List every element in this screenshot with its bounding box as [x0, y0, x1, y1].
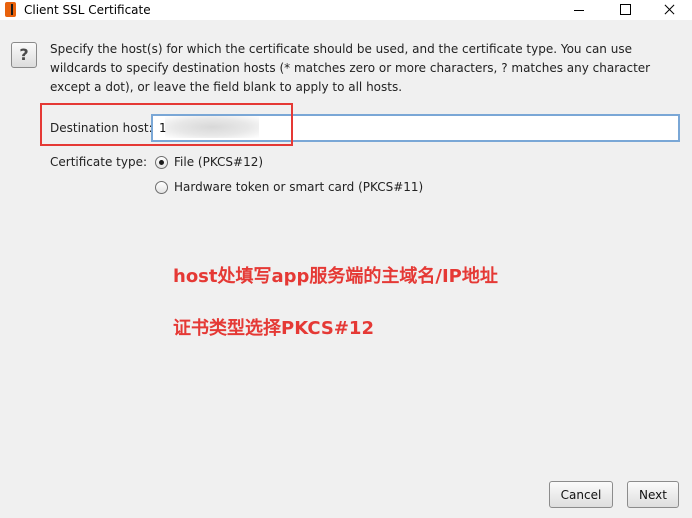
radio-hardware-token-label: Hardware token or smart card (PKCS#11)	[174, 180, 424, 194]
help-icon[interactable]: ?	[11, 42, 37, 68]
certificate-type-label: Certificate type:	[50, 155, 147, 169]
client-ssl-certificate-window: Client SSL Certificate ? Specify the hos…	[0, 0, 692, 518]
minimize-icon[interactable]	[556, 0, 602, 20]
cancel-button[interactable]: Cancel	[549, 481, 613, 508]
radio-button-selected[interactable]	[155, 155, 168, 169]
radio-hardware-token-pkcs11[interactable]: Hardware token or smart card (PKCS#11)	[155, 178, 423, 196]
title-bar: Client SSL Certificate	[0, 0, 692, 20]
close-icon[interactable]	[646, 0, 692, 20]
next-button[interactable]: Next	[627, 481, 679, 508]
radio-button-unselected[interactable]	[155, 180, 168, 194]
radio-file-pkcs12-label: File (PKCS#12)	[174, 155, 264, 169]
instructions-text: Specify the host(s) for which the certif…	[50, 42, 651, 94]
radio-file-pkcs12[interactable]: File (PKCS#12)	[155, 153, 263, 171]
maximize-icon[interactable]	[602, 0, 648, 20]
burp-app-icon	[5, 2, 16, 17]
destination-host-highlight-box	[40, 103, 293, 146]
window-title: Client SSL Certificate	[24, 3, 151, 17]
annotation-cert-type-note: 证书类型选择PKCS#12	[173, 318, 374, 339]
annotation-host-note: host处填写app服务端的主域名/IP地址	[173, 266, 498, 287]
